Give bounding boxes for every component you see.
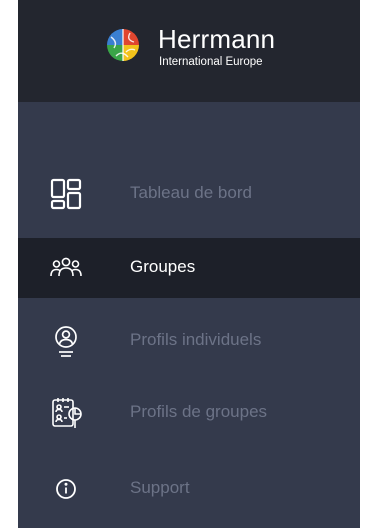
nav-label-tableau-de-bord: Tableau de bord [130, 183, 252, 202]
info-circle-icon [48, 471, 84, 507]
brand-subtitle: International Europe [159, 56, 263, 68]
sidebar: Herrmann International Europe Tableau de… [18, 0, 360, 528]
nav-item-profils-de-groupes[interactable]: Profils de groupes [18, 383, 360, 443]
user-profile-icon [48, 323, 84, 359]
nav-label-groupes: Groupes [130, 257, 196, 276]
group-profile-clipboard-icon [48, 395, 84, 431]
nav-item-tableau-de-bord[interactable]: Tableau de bord [18, 164, 360, 224]
group-people-icon [48, 250, 84, 286]
brain-quadrant-logo-icon [106, 28, 140, 62]
nav-item-profils-individuels[interactable]: Profils individuels [18, 311, 360, 371]
nav-item-groupes[interactable]: Groupes [18, 238, 360, 298]
page-frame: Herrmann International Europe Tableau de… [0, 0, 367, 528]
nav-label-support: Support [130, 478, 190, 497]
nav-item-support[interactable]: Support [18, 459, 360, 519]
brand-header[interactable]: Herrmann International Europe [18, 0, 360, 102]
dashboard-grid-icon [48, 176, 84, 212]
brand-name: Herrmann [158, 24, 276, 54]
nav-label-profils-de-groupes: Profils de groupes [130, 402, 268, 421]
nav-label-profils-individuels: Profils individuels [130, 330, 262, 349]
